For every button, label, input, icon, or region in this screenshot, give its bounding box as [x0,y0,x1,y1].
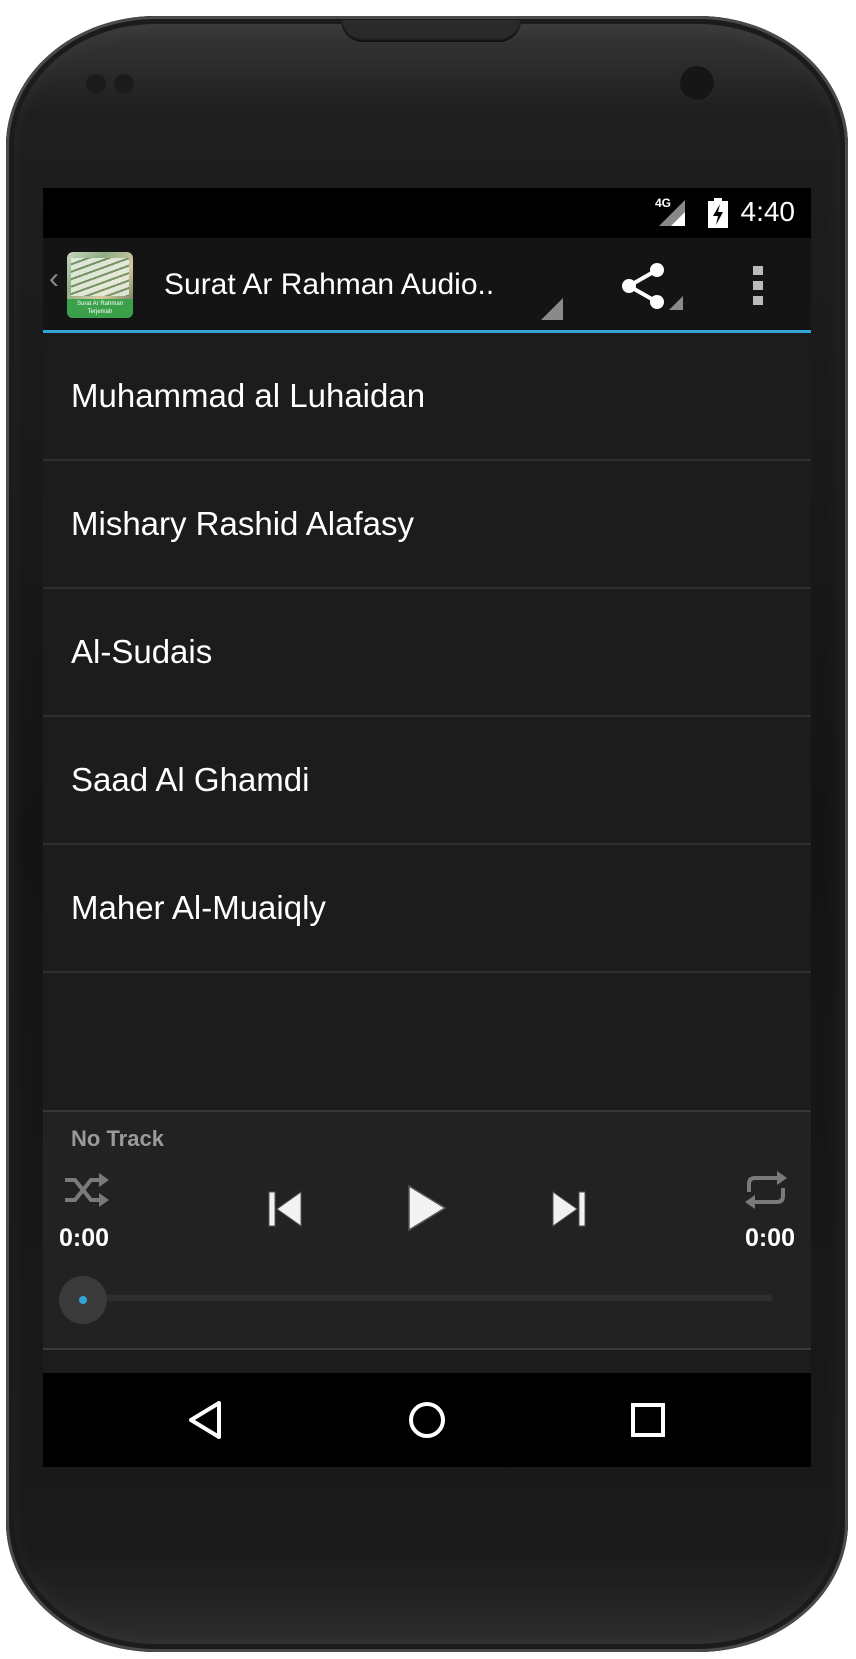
next-track-icon[interactable] [549,1186,589,1232]
reciter-name: Al-Sudais [71,633,213,670]
status-bar: 4G 4:40 [43,188,811,238]
light-sensor [114,74,134,94]
seek-thumb[interactable] [59,1276,107,1324]
spinner-indicator-icon [541,298,563,320]
battery-charging-icon [708,198,728,228]
reciter-name: Mishary Rashid Alafasy [71,505,414,542]
recent-apps-icon[interactable] [625,1397,671,1443]
back-icon[interactable] [183,1397,229,1443]
list-item[interactable]: Muhammad al Luhaidan [43,333,811,461]
list-item[interactable]: Al-Sudais [43,589,811,717]
total-time: 0:00 [744,1224,795,1252]
track-name: No Track [71,1126,164,1151]
quran-page-image [71,258,129,296]
list-item[interactable]: Saad Al Ghamdi [43,717,811,845]
network-type: 4G [655,196,672,210]
play-icon[interactable] [403,1182,449,1234]
previous-track-icon[interactable] [265,1186,305,1232]
seek-bar[interactable] [73,1295,773,1301]
list-item[interactable]: Mishary Rashid Alafasy [43,461,811,589]
front-camera [680,66,714,100]
shuffle-icon[interactable] [63,1170,109,1210]
reciter-list: Muhammad al Luhaidan Mishary Rashid Alaf… [43,333,811,973]
repeat-icon[interactable] [743,1170,789,1210]
clock: 4:40 [740,196,796,227]
reciter-name: Saad Al Ghamdi [71,761,310,798]
list-item[interactable]: Maher Al-Muaiqly [43,845,811,973]
app-icon[interactable]: Surat Ar Rahman Terjemah [67,252,133,318]
elapsed-time: 0:00 [59,1224,110,1252]
navigation-bar [43,1373,811,1467]
seek-thumb-dot [79,1296,87,1304]
reciter-name: Muhammad al Luhaidan [71,377,426,414]
home-icon[interactable] [404,1397,450,1443]
overflow-menu-icon[interactable] [743,262,773,310]
share-icon[interactable] [615,258,695,314]
up-caret-icon[interactable]: ‹ [49,262,59,296]
earpiece-speaker [341,20,521,42]
divider [43,1348,811,1350]
app-icon-label: Surat Ar Rahman Terjemah [67,299,133,318]
proximity-sensor [86,74,106,94]
action-bar: ‹ Surat Ar Rahman Terjemah Surat Ar Rahm… [43,238,811,333]
page-title[interactable]: Surat Ar Rahman Audio.. [164,268,494,302]
screen: 4G 4:40 ‹ Surat Ar Rahman Terjemah Surat… [43,188,811,1467]
reciter-name: Maher Al-Muaiqly [71,889,326,926]
audio-player: No Track 0:00 0:00 [43,1110,811,1350]
